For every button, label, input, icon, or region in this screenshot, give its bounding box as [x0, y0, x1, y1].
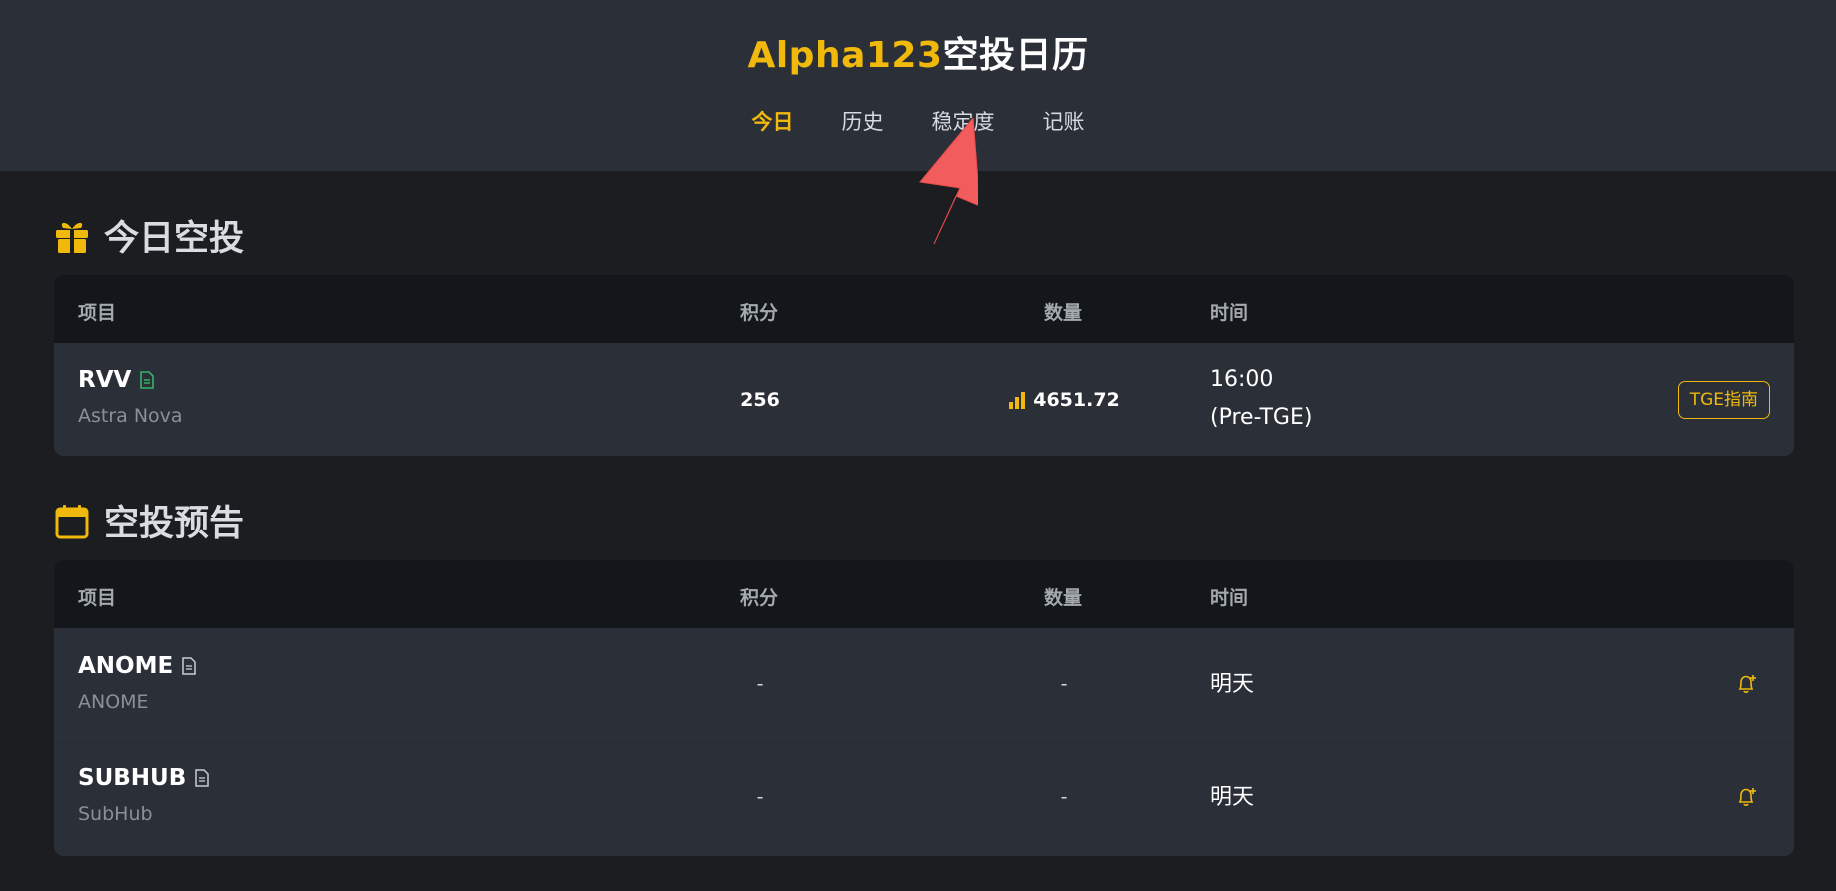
col-quantity: 数量	[1044, 587, 1083, 609]
project-subtitle: Astra Nova	[78, 405, 183, 427]
project-cell: RVV Astra Nova	[78, 367, 183, 427]
calendar-icon	[55, 504, 89, 538]
table-row[interactable]: RVV Astra Nova 256 4651.72 16:00 (Pre-TG…	[54, 343, 1794, 456]
col-quantity: 数量	[1044, 302, 1083, 324]
document-icon[interactable]	[194, 769, 210, 787]
document-icon[interactable]	[139, 371, 155, 389]
table-row[interactable]: ANOME ANOME - - 明天	[54, 628, 1794, 742]
app-title-accent: Alpha123	[747, 35, 943, 76]
project-name: ANOME	[78, 653, 174, 679]
quantity-cell: 4651.72	[976, 389, 1152, 411]
project-name: RVV	[78, 367, 132, 393]
quantity-value: -	[1060, 673, 1068, 695]
bell-plus-icon[interactable]	[1736, 786, 1758, 808]
app-title-rest: 空投日历	[942, 35, 1089, 76]
col-project: 项目	[78, 302, 117, 324]
quantity-value: -	[1060, 786, 1068, 808]
col-project: 项目	[78, 587, 117, 609]
nav-tab-ledger[interactable]: 记账	[1041, 104, 1087, 138]
today-section-title: 今日空投	[54, 210, 244, 261]
time-value: 16:00	[1210, 367, 1274, 392]
table-header: 项目 积分 数量 时间	[54, 560, 1794, 628]
project-subtitle: ANOME	[78, 691, 149, 713]
time-value: 明天	[1210, 672, 1255, 697]
col-points: 积分	[740, 302, 779, 324]
tge-guide-button[interactable]: TGE指南	[1677, 381, 1770, 419]
today-section-label: 今日空投	[104, 219, 245, 259]
project-cell: ANOME ANOME	[78, 653, 197, 713]
app-title: Alpha123空投日历	[0, 26, 1836, 78]
project-name: SUBHUB	[78, 765, 187, 791]
nav-tab-history[interactable]: 历史	[840, 104, 886, 138]
col-points: 积分	[740, 587, 779, 609]
upcoming-table: 项目 积分 数量 时间 ANOME ANOME - - 明天 SUBHUB Su…	[54, 560, 1794, 856]
gift-icon	[56, 222, 88, 253]
points-value: -	[756, 786, 764, 808]
bar-chart-icon	[1009, 392, 1026, 409]
pointer-arrow-icon	[919, 118, 978, 245]
table-row[interactable]: SUBHUB SubHub - - 明天	[54, 742, 1794, 856]
points-value: 256	[740, 389, 780, 411]
project-cell: SUBHUB SubHub	[78, 765, 210, 825]
today-table: 项目 积分 数量 时间 RVV Astra Nova 256 4651.72 1…	[54, 275, 1794, 456]
col-time: 时间	[1210, 587, 1249, 609]
quantity-value: 4651.72	[1033, 389, 1120, 411]
points-value: -	[756, 673, 764, 695]
bell-plus-icon[interactable]	[1736, 673, 1758, 695]
col-time: 时间	[1210, 302, 1249, 324]
nav-tab-today[interactable]: 今日	[750, 104, 796, 138]
upcoming-section-title: 空投预告	[54, 495, 244, 546]
time-cell: 16:00 (Pre-TGE)	[1210, 361, 1312, 437]
project-subtitle: SubHub	[78, 803, 153, 825]
upcoming-section-label: 空投预告	[104, 504, 245, 544]
table-header: 项目 积分 数量 时间	[54, 275, 1794, 343]
time-note: (Pre-TGE)	[1210, 405, 1313, 430]
time-value: 明天	[1210, 785, 1255, 810]
document-icon[interactable]	[181, 657, 197, 675]
